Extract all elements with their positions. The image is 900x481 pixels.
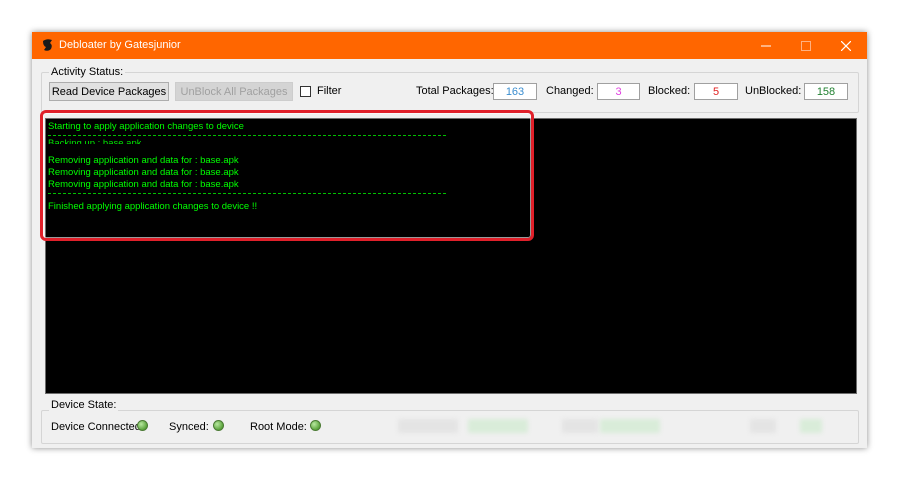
- blurred-control: [468, 419, 528, 433]
- blocked-label: Blocked:: [648, 85, 691, 97]
- device-state-label: Device State:: [49, 399, 119, 411]
- close-icon: [841, 40, 851, 51]
- minimize-icon: [761, 45, 771, 46]
- synced-label: Synced:: [169, 421, 209, 433]
- window-title: Debloater by Gatesjunior: [59, 39, 181, 51]
- blurred-control: [562, 419, 598, 433]
- activity-status-label: Activity Status:: [49, 66, 126, 78]
- changed-value: 3: [597, 83, 640, 100]
- unblock-all-packages-button[interactable]: UnBlock All Packages: [175, 82, 293, 101]
- filter-checkbox[interactable]: [300, 86, 311, 97]
- maximize-button[interactable]: [787, 32, 825, 59]
- title-bar[interactable]: Debloater by Gatesjunior: [32, 32, 867, 59]
- total-packages-value: 163: [493, 83, 537, 100]
- blurred-control: [800, 419, 822, 433]
- blurred-control: [398, 419, 458, 433]
- blocked-value: 5: [694, 83, 738, 100]
- maximize-icon: [801, 40, 811, 51]
- root-mode-indicator-icon: [310, 420, 321, 431]
- highlight-annotation: [40, 110, 534, 241]
- filter-label: Filter: [317, 85, 342, 97]
- app-window: Debloater by Gatesjunior Activity Status…: [32, 32, 867, 448]
- minimize-button[interactable]: [747, 32, 785, 59]
- changed-label: Changed:: [546, 85, 594, 97]
- app-logo-icon: [43, 39, 52, 51]
- read-device-packages-button[interactable]: Read Device Packages: [49, 82, 169, 101]
- unblocked-value: 158: [804, 83, 848, 100]
- total-packages-label: Total Packages:: [416, 85, 494, 97]
- unblocked-label: UnBlocked:: [745, 85, 802, 97]
- close-button[interactable]: [827, 32, 865, 59]
- device-connected-label: Device Connected:: [51, 421, 144, 433]
- blurred-control: [750, 419, 776, 433]
- blurred-control: [600, 419, 660, 433]
- synced-indicator-icon: [213, 420, 224, 431]
- device-connected-indicator-icon: [137, 420, 148, 431]
- root-mode-label: Root Mode:: [250, 421, 307, 433]
